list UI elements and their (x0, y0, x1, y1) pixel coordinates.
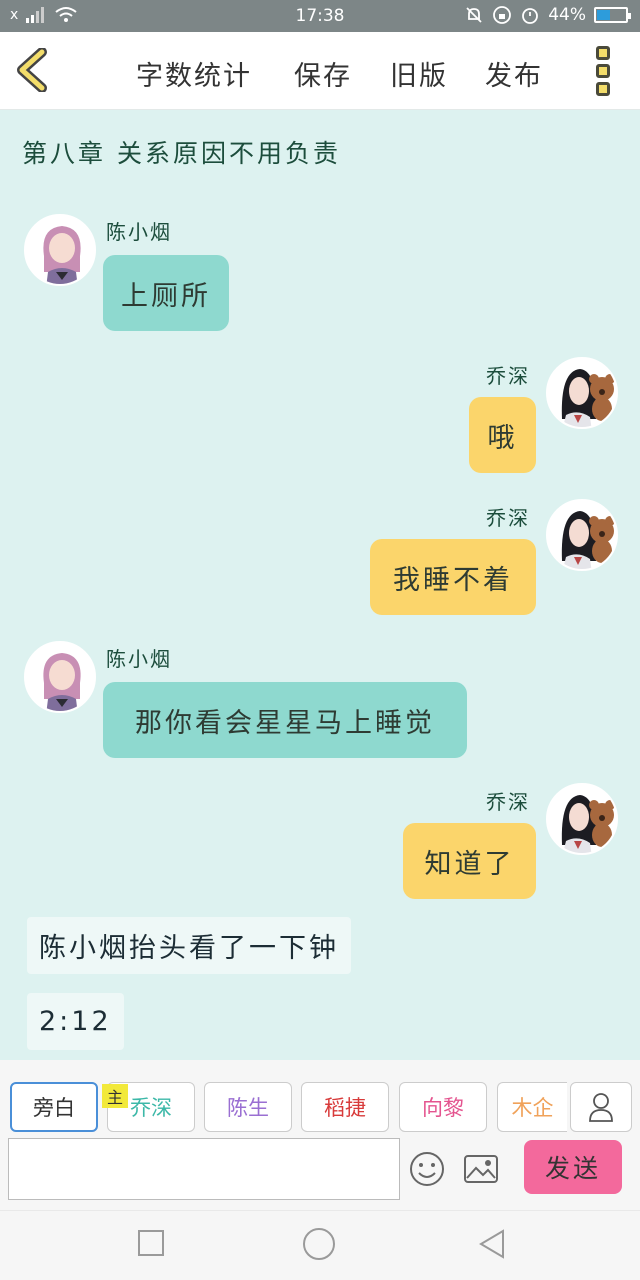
speaker-name: 乔深 (486, 506, 530, 530)
emoji-icon[interactable] (408, 1150, 446, 1188)
status-right: 44% (464, 5, 631, 25)
status-bar: x 17:38 44% (0, 0, 640, 32)
publish-button[interactable]: 发布 (485, 54, 543, 93)
speaker-name: 乔深 (486, 364, 530, 388)
narration-line[interactable]: 2:12 (27, 993, 124, 1050)
avatar-qiao-shen[interactable] (546, 783, 618, 855)
old-version-button[interactable]: 旧版 (390, 54, 448, 93)
message-input[interactable] (8, 1138, 400, 1200)
chat-area[interactable]: 第八章 关系原因不用负责 陈小烟 上厕所 乔深 哦 乔深 我睡不着 陈小烟 那你… (0, 110, 640, 1060)
home-circle-icon[interactable] (302, 1227, 336, 1261)
character-chip-mu-qi[interactable]: 木企 (497, 1082, 567, 1132)
message-bubble[interactable]: 我睡不着 (370, 539, 536, 615)
character-chip-xiang-li[interactable]: 向黎 (399, 1082, 487, 1132)
avatar-chen-xiaoyan[interactable] (24, 214, 96, 286)
person-icon (589, 1093, 613, 1122)
message-bubble[interactable]: 哦 (469, 397, 536, 473)
main-role-badge: 主 (102, 1084, 128, 1108)
message-bubble[interactable]: 知道了 (403, 823, 536, 899)
character-label: 稻捷 (324, 1096, 366, 1120)
battery-percent: 44% (548, 5, 586, 25)
lock-rotation-icon (493, 6, 512, 24)
mute-bell-icon (466, 7, 482, 23)
character-label: 陈生 (227, 1096, 269, 1120)
speaker-name: 陈小烟 (106, 220, 172, 244)
character-label: 向黎 (422, 1096, 464, 1120)
add-character-button[interactable] (570, 1082, 632, 1132)
character-chip-dao-jie[interactable]: 稻捷 (301, 1082, 389, 1132)
save-button[interactable]: 保存 (294, 54, 352, 93)
image-icon[interactable] (462, 1150, 500, 1188)
send-button[interactable]: 发送 (524, 1140, 622, 1194)
back-triangle-icon[interactable] (478, 1229, 506, 1259)
character-label: 木企 (511, 1096, 554, 1120)
character-chip-narrator[interactable]: 旁白 (10, 1082, 98, 1132)
back-arrow-icon[interactable] (14, 48, 54, 92)
avatar-qiao-shen[interactable] (546, 499, 618, 571)
avatar-qiao-shen[interactable] (546, 357, 618, 429)
system-nav-bar (0, 1210, 640, 1280)
speaker-name: 陈小烟 (106, 647, 172, 671)
avatar-chen-xiaoyan[interactable] (24, 641, 96, 713)
word-count-button[interactable]: 字数统计 (136, 54, 252, 93)
narration-line[interactable]: 陈小烟抬头看了一下钟 (27, 917, 351, 974)
composer-panel: 旁白 乔深 主 陈生 稻捷 向黎 木企 发送 (0, 1060, 640, 1210)
speaker-name: 乔深 (486, 790, 530, 814)
editor-toolbar: 字数统计 保存 旧版 发布 (0, 32, 640, 110)
battery-fill (597, 10, 611, 20)
chapter-title: 第八章 关系原因不用负责 (22, 139, 341, 168)
character-label: 乔深 (130, 1096, 172, 1120)
more-menu-icon[interactable] (596, 46, 612, 96)
message-bubble[interactable]: 上厕所 (103, 255, 229, 331)
alarm-icon (522, 8, 539, 24)
battery-icon (594, 7, 631, 23)
character-label: 旁白 (33, 1096, 75, 1120)
character-chip-chen-sheng[interactable]: 陈生 (204, 1082, 292, 1132)
message-bubble[interactable]: 那你看会星星马上睡觉 (103, 682, 467, 758)
recents-square-icon[interactable] (137, 1229, 165, 1257)
